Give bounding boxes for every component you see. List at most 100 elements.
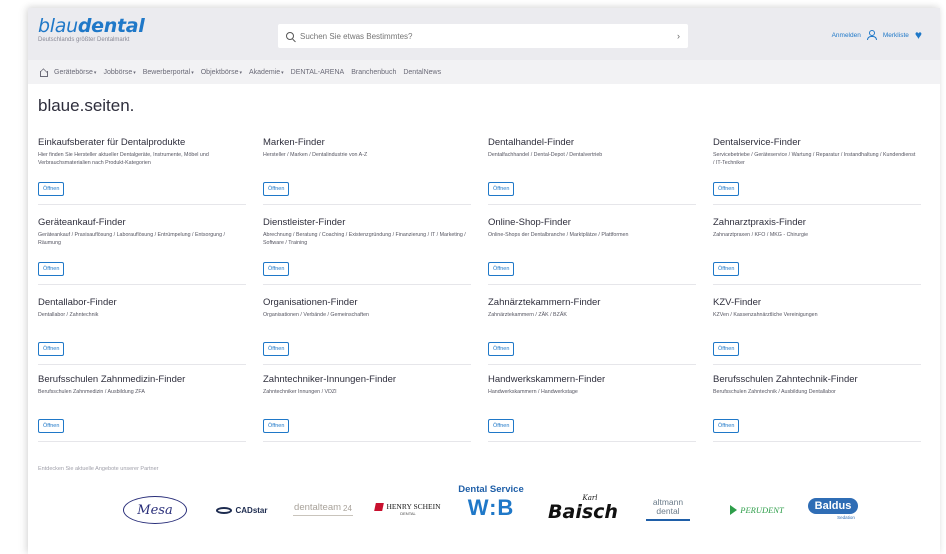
search-bar[interactable]: ›: [278, 24, 688, 48]
mesa-logo-text: Mesa: [137, 502, 173, 518]
finder-card-title[interactable]: Dienstleister-Finder: [263, 217, 471, 228]
finder-card: Marken-Finder Hersteller / Marken / Denta…: [263, 137, 471, 205]
nav-item-objektbörse[interactable]: Objektbörse▾: [201, 69, 242, 76]
partner-logo-perudent[interactable]: PERUDENT: [716, 500, 798, 520]
open-button[interactable]: Öffnen: [713, 182, 740, 196]
open-button[interactable]: Öffnen: [713, 342, 740, 356]
partner-logo-baldus[interactable]: Baldus Sedation: [798, 494, 868, 524]
partner-logo-wb-dental-service[interactable]: Dental Service W:B: [446, 474, 536, 530]
open-button[interactable]: Öffnen: [38, 262, 65, 276]
nav-item-branchenbuch[interactable]: Branchenbuch: [351, 69, 396, 76]
open-button[interactable]: Öffnen: [263, 182, 290, 196]
altmann-dental-text: dental: [656, 505, 680, 516]
finder-card: Dentalservice-Finder Servicebetriebe / Ge…: [713, 137, 921, 205]
nav-item-jobbörse[interactable]: Jobbörse▾: [103, 69, 135, 76]
user-icon[interactable]: [867, 30, 878, 40]
search-input[interactable]: [300, 31, 677, 41]
nav-item-dental-arena[interactable]: DENTAL-ARENA: [291, 69, 345, 76]
nav-item-bewerberportal[interactable]: Bewerberportal▾: [143, 69, 194, 76]
finder-card-title[interactable]: Dentalhandel-Finder: [488, 137, 696, 148]
finder-card: Online-Shop-Finder Online-Shops der Denta…: [488, 217, 696, 285]
site-logo[interactable]: blaudental Deutschlands größter Dentalma…: [38, 16, 145, 43]
open-button[interactable]: Öffnen: [263, 342, 290, 356]
finder-card-title[interactable]: Organisationen-Finder: [263, 297, 471, 308]
finder-card-description: Zahnarztpraxen / KFO / MKG - Chirurgie: [713, 232, 809, 238]
dentalteam-logo-text: dentalteam: [294, 502, 342, 513]
open-button[interactable]: Öffnen: [713, 262, 740, 276]
chevron-down-icon: ▾: [239, 69, 242, 76]
nav-item-akademie[interactable]: Akademie▾: [249, 69, 284, 76]
finder-card-description: Zahnärztekammern / ZÄK / BZÄK: [488, 312, 567, 318]
finder-card-title[interactable]: Handwerkskammern-Finder: [488, 374, 696, 385]
open-button[interactable]: Öffnen: [488, 419, 515, 433]
heart-icon[interactable]: ♥: [915, 29, 922, 41]
site-header: blaudental Deutschlands größter Dentalma…: [28, 8, 940, 60]
main-nav: Gerätebörse▾ Jobbörse▾ Bewerberportal▾ Obje…: [28, 60, 940, 84]
cadstar-logo-text: CADstar: [235, 505, 268, 515]
altmann-accent-bar: [646, 518, 690, 521]
logo-tagline: Deutschlands größter Dentalmarkt: [38, 37, 130, 43]
open-button[interactable]: Öffnen: [263, 419, 290, 433]
partner-logo-cadstar[interactable]: CADstar: [206, 500, 278, 520]
open-button[interactable]: Öffnen: [38, 419, 65, 433]
nav-item-gerätebörse[interactable]: Gerätebörse▾: [54, 69, 96, 76]
wishlist-link[interactable]: Merkliste: [883, 32, 909, 39]
henry-schein-emblem-icon: [374, 502, 385, 511]
partner-logo-karl-baisch[interactable]: Karl Baisch: [544, 490, 622, 528]
account-area: Anmelden Merkliste ♥: [832, 29, 922, 41]
finder-card-title[interactable]: Geräteankauf-Finder: [38, 217, 246, 228]
finder-card: Zahntechniker-Innungen-Finder Zahntechnik…: [263, 374, 471, 442]
wb-top-text: Dental Service: [458, 483, 524, 495]
open-button[interactable]: Öffnen: [38, 342, 65, 356]
search-icon: [286, 32, 294, 40]
finder-card: Organisationen-Finder Organisationen / Ve…: [263, 297, 471, 365]
partner-logo-altmann-dental[interactable]: altmann dental: [632, 492, 704, 526]
dentalteam-logo-number: 24: [343, 504, 352, 513]
wb-logo-text: W:B: [467, 494, 515, 520]
nav-item-dentalnews[interactable]: DentalNews: [403, 69, 441, 76]
finder-card: Zahnarztpraxis-Finder Zahnarztpraxen / KF…: [713, 217, 921, 285]
finder-card-description: Servicebetriebe / Geräteservice / Wartun…: [713, 152, 916, 166]
finder-card: KZV-Finder KZVen / Kassenzahnärztliche Ve…: [713, 297, 921, 365]
partners-caption: Entdecken Sie aktuelle Angebote unserer …: [38, 466, 159, 472]
finder-card-description: Hersteller / Marken / Dentalindustrie vo…: [263, 152, 368, 158]
finder-card-title[interactable]: Berufsschulen Zahntechnik-Finder: [713, 374, 921, 385]
open-button[interactable]: Öffnen: [713, 419, 740, 433]
finder-card-title[interactable]: Einkaufsberater für Dentalprodukte: [38, 137, 246, 148]
chevron-down-icon: ▾: [191, 69, 194, 76]
finder-card-title[interactable]: Marken-Finder: [263, 137, 471, 148]
baldus-sub-text: Sedation: [837, 515, 855, 520]
finder-card-title[interactable]: Zahnarztpraxis-Finder: [713, 217, 921, 228]
finder-card-description: Dentalfachhandel / Dental-Depot / Dental…: [488, 152, 603, 158]
finder-card-title[interactable]: Dentalservice-Finder: [713, 137, 921, 148]
partner-logo-dentalteam24[interactable]: dentalteam 24: [286, 492, 360, 526]
finder-card: Berufsschulen Zahnmedizin-Finder Berufssc…: [38, 374, 246, 442]
finder-card-title[interactable]: Zahntechniker-Innungen-Finder: [263, 374, 471, 385]
partner-logo-mesa[interactable]: Mesa: [120, 494, 190, 526]
open-button[interactable]: Öffnen: [263, 262, 290, 276]
search-submit-arrow-icon[interactable]: ›: [677, 31, 680, 41]
finder-card-title[interactable]: Dentallabor-Finder: [38, 297, 246, 308]
open-button[interactable]: Öffnen: [38, 182, 65, 196]
finder-card-title[interactable]: Berufsschulen Zahnmedizin-Finder: [38, 374, 246, 385]
finder-card-title[interactable]: Zahnärztekammern-Finder: [488, 297, 696, 308]
open-button[interactable]: Öffnen: [488, 262, 515, 276]
chevron-down-icon: ▾: [93, 69, 97, 76]
open-button[interactable]: Öffnen: [488, 342, 515, 356]
login-link[interactable]: Anmelden: [832, 32, 861, 39]
finder-card-title[interactable]: KZV-Finder: [713, 297, 921, 308]
page-title: blaue.seiten.: [38, 96, 135, 115]
perudent-logo-text: PERUDENT: [740, 505, 784, 515]
nav-item-label: DentalNews: [403, 68, 442, 76]
finder-card-title[interactable]: Online-Shop-Finder: [488, 217, 696, 228]
baisch-logo-text: Baisch: [548, 501, 618, 523]
perudent-emblem-icon: [730, 505, 738, 515]
open-button[interactable]: Öffnen: [488, 182, 515, 196]
partner-logo-henry-schein[interactable]: HENRY SCHEIN DENTAL: [368, 498, 448, 520]
baldus-logo-text: Baldus: [807, 498, 859, 514]
finder-card-description: Organisationen / Verbände / Gemeinschaft…: [263, 312, 370, 318]
nav-item-label: Bewerberportal: [142, 68, 191, 76]
finder-card: Geräteankauf-Finder Geräteankauf / Praxis…: [38, 217, 246, 285]
finder-card-description: Hier finden Sie Hersteller aktueller Den…: [38, 152, 209, 166]
home-icon[interactable]: [38, 68, 48, 77]
